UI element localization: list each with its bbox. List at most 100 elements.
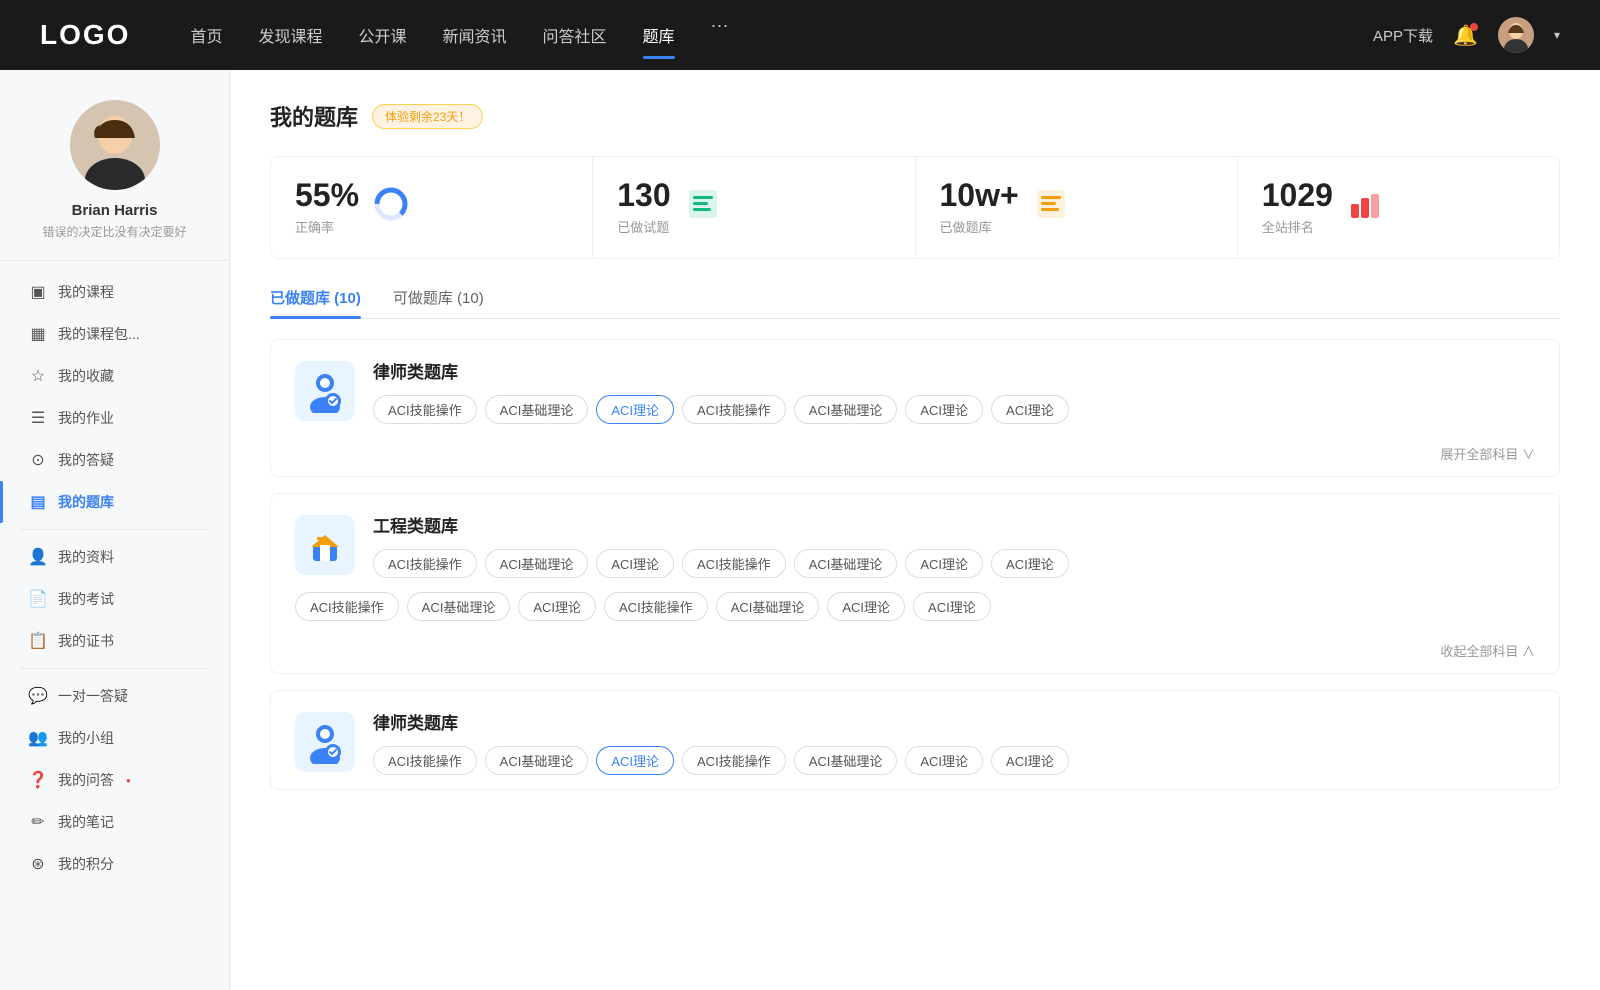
bank-1-tag-4[interactable]: ACI基础理论: [794, 549, 898, 578]
nav-qbank[interactable]: 题库: [643, 15, 675, 55]
bank-1-extra-tag-0[interactable]: ACI技能操作: [295, 592, 399, 621]
tabs-bar: 已做题库 (10) 可做题库 (10): [270, 287, 1560, 319]
bank-0-tag-2[interactable]: ACI理论: [596, 395, 674, 424]
sidebar-item-my-exam[interactable]: 📄 我的考试: [0, 578, 229, 620]
tab-available-banks[interactable]: 可做题库 (10): [393, 287, 484, 318]
nav-more[interactable]: ···: [711, 15, 729, 55]
stat-rank-label: 全站排名: [1262, 217, 1333, 236]
nav-open-course[interactable]: 公开课: [358, 15, 406, 55]
bank-2-tag-4[interactable]: ACI基础理论: [794, 746, 898, 775]
bank-0-tag-1[interactable]: ACI基础理论: [485, 395, 589, 424]
sidebar-item-homework[interactable]: ☰ 我的作业: [0, 397, 229, 439]
bank-card-1-extra: ACI技能操作 ACI基础理论 ACI理论 ACI技能操作 ACI基础理论 AC…: [271, 592, 1559, 635]
sidebar: Brian Harris 错误的决定比没有决定要好 ▣ 我的课程 ▦ 我的课程包…: [0, 70, 230, 990]
sidebar-divider-1: [20, 529, 209, 530]
stat-banks-value: 10w+: [940, 179, 1019, 211]
expand-bank-0[interactable]: 展开全部科目 ∨: [1440, 447, 1535, 462]
sidebar-item-my-qa[interactable]: ⊙ 我的答疑: [0, 439, 229, 481]
bank-0-tag-3[interactable]: ACI技能操作: [682, 395, 786, 424]
bank-card-2-header: 律师类题库 ACI技能操作 ACI基础理论 ACI理论 ACI技能操作 ACI基…: [271, 691, 1559, 789]
notification-bell[interactable]: 🔔: [1453, 23, 1478, 48]
profile-avatar: [70, 100, 160, 190]
homework-icon: ☰: [28, 408, 48, 428]
collapse-bank-1[interactable]: 收起全部科目 ∧: [1440, 644, 1535, 659]
my-cert-icon: 📋: [28, 631, 48, 651]
bank-0-tag-5[interactable]: ACI理论: [905, 395, 983, 424]
bank-1-extra-tag-1[interactable]: ACI基础理论: [407, 592, 511, 621]
bank-1-extra-tag-6[interactable]: ACI理论: [913, 592, 991, 621]
sidebar-item-my-course[interactable]: ▣ 我的课程: [0, 271, 229, 313]
bank-0-tags: ACI技能操作 ACI基础理论 ACI理论 ACI技能操作 ACI基础理论 AC…: [373, 395, 1535, 424]
avatar-caret[interactable]: ▾: [1554, 28, 1560, 42]
sidebar-menu: ▣ 我的课程 ▦ 我的课程包... ☆ 我的收藏 ☰ 我的作业 ⊙ 我的答疑 ▤…: [0, 261, 229, 895]
nav-home[interactable]: 首页: [190, 15, 222, 55]
navbar-right: APP下载 🔔 ▾: [1373, 17, 1560, 53]
bank-2-tag-2[interactable]: ACI理论: [596, 746, 674, 775]
nav-qa[interactable]: 问答社区: [543, 15, 607, 55]
sidebar-item-course-package[interactable]: ▦ 我的课程包...: [0, 313, 229, 355]
stat-accuracy-label: 正确率: [295, 217, 359, 236]
my-questions-icon: ❓: [28, 770, 48, 790]
nav-courses[interactable]: 发现课程: [258, 15, 322, 55]
tab-done-banks[interactable]: 已做题库 (10): [270, 287, 361, 318]
bank-1-tag-2[interactable]: ACI理论: [596, 549, 674, 578]
sidebar-item-my-cert[interactable]: 📋 我的证书: [0, 620, 229, 662]
bank-2-title: 律师类题库: [373, 709, 1535, 734]
favorites-icon: ☆: [28, 366, 48, 386]
sidebar-divider-2: [20, 668, 209, 669]
my-course-icon: ▣: [28, 282, 48, 302]
my-qa-icon: ⊙: [28, 450, 48, 470]
sidebar-item-my-points[interactable]: ⊛ 我的积分: [0, 843, 229, 885]
bank-2-tag-6[interactable]: ACI理论: [991, 746, 1069, 775]
stat-accuracy-icon: [373, 186, 409, 229]
bank-card-2: 律师类题库 ACI技能操作 ACI基础理论 ACI理论 ACI技能操作 ACI基…: [270, 690, 1560, 790]
my-notes-icon: ✏: [28, 812, 48, 832]
bank-card-1-header: 工程类题库 ACI技能操作 ACI基础理论 ACI理论 ACI技能操作 ACI基…: [271, 494, 1559, 592]
bank-1-tag-3[interactable]: ACI技能操作: [682, 549, 786, 578]
notification-dot: [1470, 23, 1478, 31]
bank-0-icon: [295, 361, 355, 421]
stat-banks-label: 已做题库: [940, 217, 1019, 236]
bank-2-tag-0[interactable]: ACI技能操作: [373, 746, 477, 775]
stat-rank-value: 1029: [1262, 179, 1333, 211]
bank-1-extra-tag-2[interactable]: ACI理论: [518, 592, 596, 621]
stat-done-banks: 10w+ 已做题库: [916, 157, 1238, 258]
page-title: 我的题库: [270, 100, 358, 132]
my-group-icon: 👥: [28, 728, 48, 748]
my-material-icon: 👤: [28, 547, 48, 567]
bank-1-extra-tag-5[interactable]: ACI理论: [827, 592, 905, 621]
logo[interactable]: LOGO: [40, 19, 130, 51]
bank-card-1: 工程类题库 ACI技能操作 ACI基础理论 ACI理论 ACI技能操作 ACI基…: [270, 493, 1560, 674]
bank-1-tag-0[interactable]: ACI技能操作: [373, 549, 477, 578]
main-content: 我的题库 体验剩余23天！ 55% 正确率 130: [230, 70, 1600, 990]
sidebar-item-my-notes[interactable]: ✏ 我的笔记: [0, 801, 229, 843]
bank-2-tag-3[interactable]: ACI技能操作: [682, 746, 786, 775]
bank-0-tag-6[interactable]: ACI理论: [991, 395, 1069, 424]
sidebar-item-my-material[interactable]: 👤 我的资料: [0, 536, 229, 578]
bank-1-extra-tag-4[interactable]: ACI基础理论: [716, 592, 820, 621]
question-bank-icon: ▤: [28, 492, 48, 512]
bank-2-tag-1[interactable]: ACI基础理论: [485, 746, 589, 775]
bank-card-0: 律师类题库 ACI技能操作 ACI基础理论 ACI理论 ACI技能操作 ACI基…: [270, 339, 1560, 477]
bank-1-tag-6[interactable]: ACI理论: [991, 549, 1069, 578]
sidebar-item-one-on-one[interactable]: 💬 一对一答疑: [0, 675, 229, 717]
bank-2-tag-5[interactable]: ACI理论: [905, 746, 983, 775]
my-points-icon: ⊛: [28, 854, 48, 874]
sidebar-item-my-questions[interactable]: ❓ 我的问答 ●: [0, 759, 229, 801]
app-download-link[interactable]: APP下载: [1373, 25, 1433, 46]
bank-1-tag-5[interactable]: ACI理论: [905, 549, 983, 578]
bank-1-tag-1[interactable]: ACI基础理论: [485, 549, 589, 578]
nav-news[interactable]: 新闻资讯: [443, 15, 507, 55]
sidebar-item-favorites[interactable]: ☆ 我的收藏: [0, 355, 229, 397]
sidebar-item-my-group[interactable]: 👥 我的小组: [0, 717, 229, 759]
course-package-icon: ▦: [28, 324, 48, 344]
bank-0-tag-4[interactable]: ACI基础理论: [794, 395, 898, 424]
avatar[interactable]: [1498, 17, 1534, 53]
stat-done-questions: 130 已做试题: [593, 157, 915, 258]
bank-0-tag-0[interactable]: ACI技能操作: [373, 395, 477, 424]
stat-done-label: 已做试题: [617, 217, 670, 236]
bank-2-icon: [295, 712, 355, 772]
sidebar-item-question-bank[interactable]: ▤ 我的题库: [0, 481, 229, 523]
bank-card-0-header: 律师类题库 ACI技能操作 ACI基础理论 ACI理论 ACI技能操作 ACI基…: [271, 340, 1559, 438]
bank-1-extra-tag-3[interactable]: ACI技能操作: [604, 592, 708, 621]
